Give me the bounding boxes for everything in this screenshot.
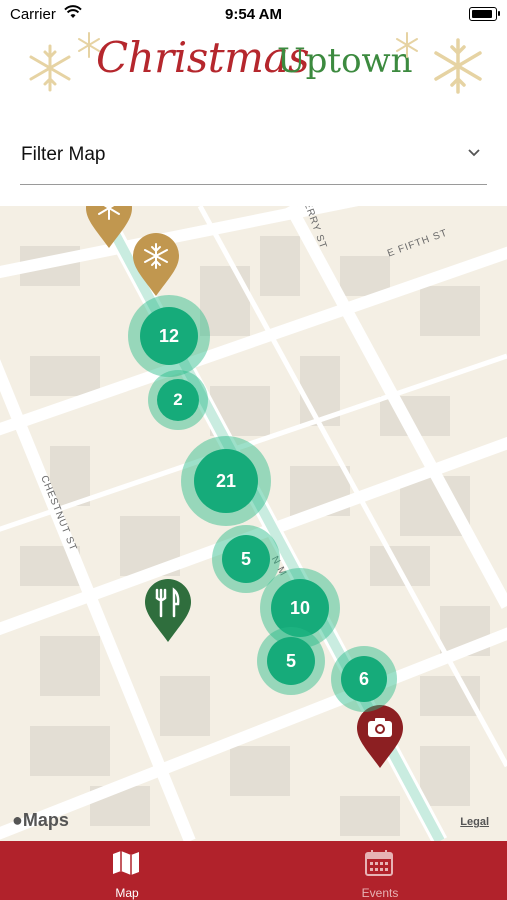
tab-map-label: Map (115, 886, 139, 900)
apple-maps-attribution: ●Maps (12, 810, 69, 831)
cluster-count: 6 (341, 656, 387, 702)
cluster-count: 12 (140, 307, 198, 365)
map-pin-dining[interactable] (143, 578, 193, 644)
clock: 9:54 AM (225, 6, 282, 23)
battery-icon (469, 7, 500, 21)
tab-bar: Map Events (0, 841, 507, 900)
tab-map[interactable]: Map (67, 841, 187, 900)
cluster-count: 5 (267, 637, 315, 685)
map-cluster[interactable]: 21 (181, 436, 271, 526)
cluster-count: 2 (157, 379, 199, 421)
map-pin-snowflake[interactable] (84, 206, 134, 250)
filter-map-dropdown[interactable]: Filter Map (20, 128, 487, 185)
map-pin-photo[interactable] (355, 704, 405, 770)
map-cluster[interactable]: 6 (331, 646, 397, 712)
map-cluster[interactable]: 5 (257, 627, 325, 695)
calendar-icon (365, 850, 393, 876)
map-cluster[interactable]: 12 (128, 295, 210, 377)
legal-link[interactable]: Legal (460, 816, 489, 828)
snowflake-icon (396, 32, 418, 58)
map-icon (113, 851, 139, 875)
map-pin-snowflake[interactable] (131, 232, 181, 298)
maps-brand-text: Maps (22, 810, 69, 830)
tab-events-label: Events (361, 886, 399, 900)
apple-logo-icon: ● (12, 810, 23, 830)
filter-map-label: Filter Map (21, 144, 106, 165)
snowflake-icon (434, 38, 482, 94)
snowflake-icon (29, 44, 71, 92)
chevron-down-icon (468, 149, 480, 157)
status-bar: Carrier 9:54 AM (0, 0, 507, 28)
map-cluster[interactable]: 2 (148, 370, 208, 430)
cluster-count: 21 (194, 449, 258, 513)
map-background (0, 206, 507, 841)
christmas-uptown-logo: Christmas Uptown (0, 28, 507, 108)
map-view[interactable]: E FIFTH ST CHESTNUT ST N M ERRY ST 12 2 … (0, 206, 507, 841)
tab-events[interactable]: Events (320, 841, 440, 900)
cluster-count: 5 (222, 535, 270, 583)
app-header: Christmas Uptown (0, 28, 507, 108)
